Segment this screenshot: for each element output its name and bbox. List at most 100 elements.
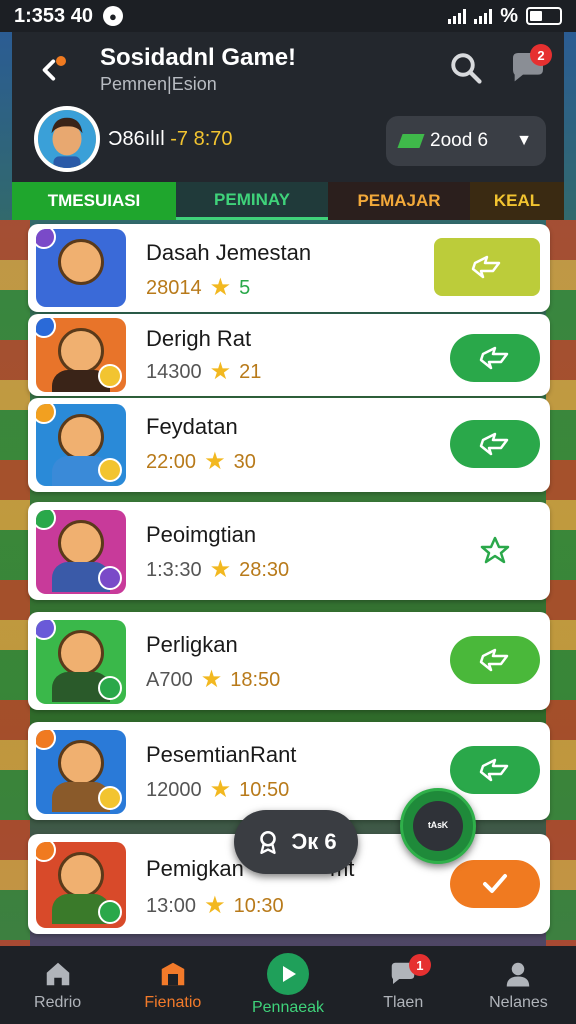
join-button[interactable] <box>434 238 540 296</box>
character-face-icon <box>58 328 104 374</box>
game-players: 13:00 <box>146 894 197 917</box>
swap-icon <box>479 758 509 782</box>
tab-tmesuiasi[interactable]: TMESUIASI <box>12 182 176 220</box>
game-name: Perligkan <box>146 632 238 657</box>
check-icon <box>483 874 507 893</box>
character-face-icon <box>58 520 104 566</box>
tab-peminay[interactable]: PEMINAY <box>176 182 328 220</box>
player-id: Ɔ86ılıl <box>108 128 165 150</box>
list-item[interactable]: Feydatan 22:00 ★ 30 <box>28 398 550 492</box>
nav-item-home[interactable]: Redrio <box>0 946 115 1024</box>
game-players: 1:3:30 <box>146 558 202 581</box>
game-stats: 22:00 ★ 30 <box>146 450 256 474</box>
star-icon: ★ <box>209 358 232 385</box>
list-item[interactable]: Perligkan A700 ★ 18:50 <box>28 612 550 710</box>
game-players: 12000 <box>146 778 202 801</box>
page-subtitle: Pemnen|Esion <box>100 74 217 94</box>
character-face-icon <box>58 852 104 898</box>
list-item[interactable]: Dasah Jemestan 28014 ★ 5 <box>28 224 550 312</box>
character-face-icon <box>58 740 104 786</box>
game-name: Feydatan <box>146 414 238 439</box>
header: Sosidadnl Game! Pemnen|Esion 2 Ɔ86ılıl -… <box>12 32 564 182</box>
join-button[interactable] <box>450 420 540 468</box>
game-rating: 21 <box>239 360 262 383</box>
favorite-button[interactable] <box>460 526 530 574</box>
join-button[interactable] <box>450 860 540 908</box>
tab-keal[interactable]: KEAL <box>470 182 564 220</box>
chat-badge: 1 <box>408 954 431 976</box>
game-rating: 10:50 <box>239 778 290 801</box>
chevron-down-icon: ▼ <box>516 132 532 149</box>
star-outline-icon <box>480 536 510 564</box>
play-icon <box>267 953 309 995</box>
status-time: 1:353 40 <box>14 4 93 27</box>
game-name: Peoimgtian <box>146 522 257 547</box>
floating-status-pill[interactable]: Ɔк 6 <box>234 810 358 874</box>
character-body-icon <box>52 281 110 307</box>
list-item[interactable]: Peoimgtian 1:3:30 ★ 28:30 <box>28 502 550 600</box>
play-badge-icon <box>98 676 122 700</box>
game-thumbnail <box>36 404 126 486</box>
floating-pill-text: Ɔк 6 <box>291 829 337 854</box>
game-stats: 28014 ★ 5 <box>146 276 250 300</box>
swap-icon <box>471 255 501 279</box>
nav-label: Redrio <box>34 994 82 1011</box>
swap-icon <box>479 346 509 370</box>
nav-item-chat[interactable]: Tlaen 1 <box>346 946 461 1024</box>
medal-icon <box>260 830 277 855</box>
game-stats: 12000 ★ 10:50 <box>146 778 289 802</box>
coin-icon <box>98 364 122 388</box>
character-face-icon <box>58 239 104 285</box>
star-icon: ★ <box>204 448 226 475</box>
game-players: 14300 <box>146 360 202 383</box>
battery-label: % <box>500 4 518 27</box>
star-icon: ★ <box>204 892 226 919</box>
game-rating: 30 <box>233 450 256 473</box>
game-players: 28014 <box>146 276 202 299</box>
search-button[interactable] <box>448 50 484 86</box>
star-icon: ★ <box>209 776 232 803</box>
fab-label: ᵗᴬˢᴷ <box>427 818 448 834</box>
nav-label: Pennaeak <box>251 999 325 1016</box>
back-button[interactable] <box>32 52 68 88</box>
list-item[interactable]: Derigh Rat 14300 ★ 21 <box>28 314 550 396</box>
game-name-prefix: Pemigkan <box>146 856 244 881</box>
swap-icon <box>479 432 509 456</box>
game-name: PesemtianRant <box>146 742 297 767</box>
nav-item-shop[interactable]: Fienatio <box>115 946 230 1024</box>
background-right <box>546 220 576 954</box>
avatar[interactable] <box>34 106 100 172</box>
tab-pemajar[interactable]: PEMAJAR <box>328 182 470 220</box>
join-button[interactable] <box>450 334 540 382</box>
join-button[interactable] <box>450 746 540 794</box>
avatar-portrait-icon <box>38 110 96 168</box>
player-score: -7 8:70 <box>170 128 233 150</box>
signal-icon-2 <box>474 8 493 24</box>
list-item[interactable]: PesemtianRant 12000 ★ 10:50 <box>28 722 550 820</box>
game-thumbnail <box>36 730 126 814</box>
nav-label: Tlaen <box>383 994 424 1011</box>
coin-icon <box>98 566 122 590</box>
coin-icon <box>98 458 122 482</box>
currency-dropdown[interactable]: 2ood 6 ▼ <box>386 116 546 166</box>
game-thumbnail <box>36 229 126 307</box>
search-icon <box>451 53 482 84</box>
messages-button[interactable]: 2 <box>508 44 552 88</box>
game-rating: 28:30 <box>239 558 290 581</box>
nav-item-play[interactable]: Pennaeak <box>230 946 345 1024</box>
page-title: Sosidadnl Game! <box>100 44 297 71</box>
play-badge-icon <box>98 900 122 924</box>
task-icon: ᵗᴬˢᴷ <box>413 801 463 851</box>
join-button[interactable] <box>450 636 540 684</box>
cash-icon <box>397 134 425 148</box>
game-name: Derigh Rat <box>146 326 252 351</box>
status-bar: 1:353 40 ● % <box>0 0 576 32</box>
game-rating: 10:30 <box>233 894 284 917</box>
shop-icon <box>157 958 189 990</box>
game-name: Dasah Jemestan <box>146 240 312 265</box>
floating-action-button[interactable]: ᵗᴬˢᴷ <box>400 788 476 864</box>
currency-value: 2ood 6 <box>430 130 489 151</box>
game-thumbnail <box>36 620 126 704</box>
home-icon <box>42 958 74 990</box>
nav-item-profile[interactable]: Nelanes <box>461 946 576 1024</box>
